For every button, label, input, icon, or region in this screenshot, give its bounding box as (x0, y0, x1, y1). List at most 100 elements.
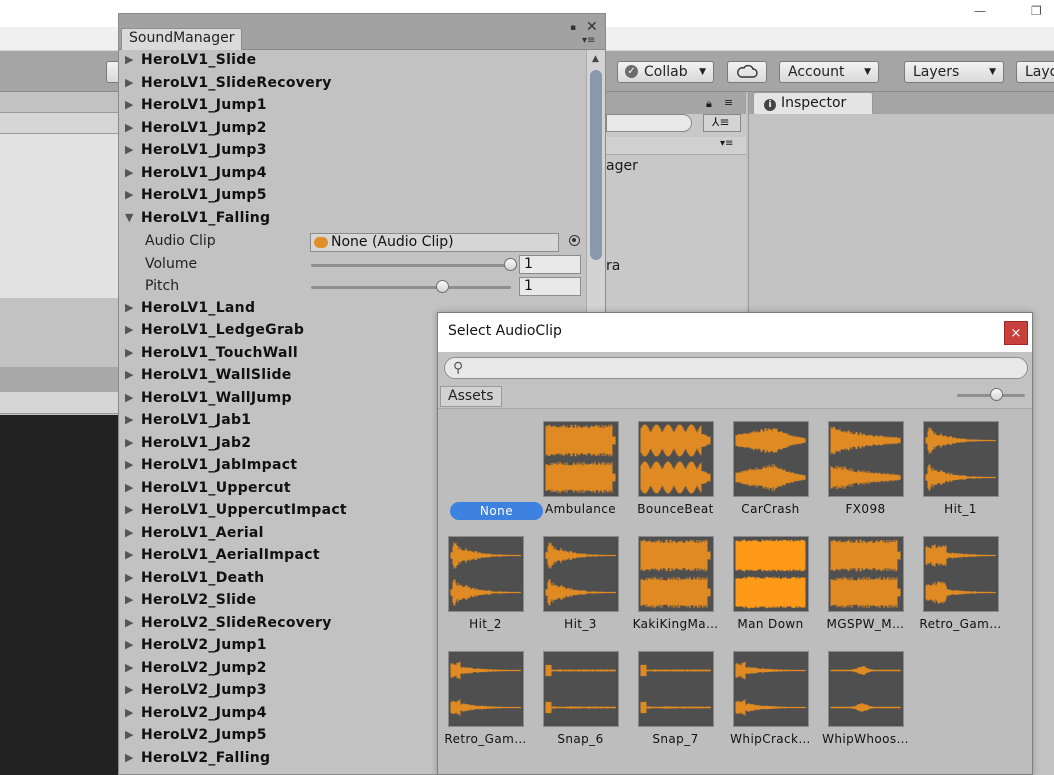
volume-slider-thumb[interactable] (504, 257, 517, 271)
object-picker-icon[interactable] (569, 235, 580, 246)
close-icon[interactable]: ✕ (586, 19, 598, 35)
close-button[interactable]: × (1004, 321, 1028, 345)
audio-clip-field[interactable]: None (Audio Clip) (310, 233, 559, 252)
asset-thumbnail (733, 536, 809, 612)
tab-inspector[interactable]: i Inspector (753, 92, 873, 114)
sound-item[interactable]: ▶ HeroLV1_Jump5 (119, 185, 585, 207)
account-dropdown[interactable]: Account ▼ (779, 61, 879, 83)
collab-button[interactable]: ✓ Collab ▼ (617, 61, 714, 83)
volume-slider[interactable] (311, 263, 511, 267)
layout-dropdown[interactable]: Layo (1016, 61, 1054, 83)
sound-item[interactable]: ▶ HeroLV1_Jump1 (119, 95, 585, 117)
sound-item[interactable]: ▶ HeroLV1_Jump3 (119, 140, 585, 162)
collapsed-arrow-icon[interactable]: ▶ (125, 436, 133, 449)
collapsed-arrow-icon[interactable]: ▶ (125, 706, 133, 719)
asset-item[interactable]: Ambulance (533, 409, 628, 519)
collapsed-arrow-icon[interactable]: ▶ (125, 751, 133, 764)
maximize-icon[interactable]: ▪ (570, 23, 576, 33)
collapsed-arrow-icon[interactable]: ▶ (125, 368, 133, 381)
search-input[interactable] (471, 360, 1011, 376)
volume-input[interactable]: 1 (519, 254, 581, 274)
sound-item-name: HeroLV2_Slide (141, 592, 257, 608)
collapsed-arrow-icon[interactable]: ▶ (125, 458, 133, 471)
collapsed-arrow-icon[interactable]: ▶ (125, 188, 133, 201)
asset-item[interactable]: FX098 (818, 409, 913, 519)
sound-item[interactable]: ▶ HeroLV1_SlideRecovery (119, 73, 585, 95)
scrollbar-thumb[interactable] (590, 70, 602, 260)
game-view[interactable] (0, 415, 118, 775)
lock-icon[interactable]: 🔒︎ (706, 97, 712, 111)
pitch-slider[interactable] (311, 286, 511, 289)
asset-thumbnail (638, 651, 714, 727)
asset-item[interactable]: Hit_3 (533, 524, 628, 634)
collapsed-arrow-icon[interactable]: ▶ (125, 661, 133, 674)
asset-item[interactable]: WhipCrack… (723, 639, 818, 749)
collapsed-arrow-icon[interactable]: ▶ (125, 616, 133, 629)
collapsed-arrow-icon[interactable]: ▶ (125, 571, 133, 584)
collapsed-arrow-icon[interactable]: ▶ (125, 53, 133, 66)
asset-item[interactable]: Retro_Gam… (913, 524, 1008, 634)
asset-item[interactable]: BounceBeat (628, 409, 723, 519)
collapsed-arrow-icon[interactable]: ▶ (125, 548, 133, 561)
cloud-button[interactable] (727, 61, 767, 83)
search-field[interactable]: ⚲ (444, 357, 1028, 379)
asset-thumbnail (638, 536, 714, 612)
asset-label: Snap_7 (652, 732, 699, 746)
filter-button[interactable]: ⅄≡ (703, 114, 741, 132)
pitch-input[interactable]: 1 (519, 277, 581, 296)
menu-icon[interactable]: ▾≡ (582, 35, 595, 46)
menu-icon[interactable]: ▾≡ (720, 138, 733, 149)
scroll-up-icon[interactable]: ▲ (592, 54, 599, 64)
collapsed-arrow-icon[interactable]: ▶ (125, 323, 133, 336)
collapsed-arrow-icon[interactable]: ▶ (125, 481, 133, 494)
collapsed-arrow-icon[interactable]: ▶ (125, 593, 133, 606)
collapsed-arrow-icon[interactable]: ▶ (125, 121, 133, 134)
menu-icon[interactable]: ≡ (724, 96, 733, 109)
inspector-panel: i Inspector (748, 92, 1054, 317)
sound-item[interactable]: ▶ HeroLV1_Jump4 (119, 163, 585, 185)
asset-item[interactable]: WhipWhoos… (818, 639, 913, 749)
asset-item[interactable]: Hit_2 (438, 524, 533, 634)
pitch-slider-thumb[interactable] (436, 280, 449, 293)
collapsed-arrow-icon[interactable]: ▶ (125, 166, 133, 179)
hierarchy-item[interactable]: ager (606, 158, 638, 174)
collapsed-arrow-icon[interactable]: ▶ (125, 98, 133, 111)
asset-none[interactable]: None (438, 409, 543, 520)
sound-item-name: HeroLV2_SlideRecovery (141, 614, 332, 631)
asset-label: WhipCrack… (730, 732, 811, 746)
restore-icon[interactable]: ❐ (1031, 4, 1042, 18)
sound-item[interactable]: ▼ HeroLV1_Falling (119, 208, 585, 230)
asset-item[interactable]: MGSPW_M… (818, 524, 913, 634)
collapsed-arrow-icon[interactable]: ▶ (125, 638, 133, 651)
collapsed-arrow-icon[interactable]: ▶ (125, 413, 133, 426)
collapsed-arrow-icon[interactable]: ▶ (125, 391, 133, 404)
asset-item[interactable]: CarCrash (723, 409, 818, 519)
tab-sound-manager[interactable]: SoundManager (121, 28, 243, 50)
minimize-icon[interactable]: — (974, 4, 986, 18)
collapsed-arrow-icon[interactable]: ▶ (125, 143, 133, 156)
asset-item[interactable]: Retro_Gam… (438, 639, 533, 749)
dialog-title: Select AudioClip (448, 323, 562, 339)
collapsed-arrow-icon[interactable]: ▶ (125, 683, 133, 696)
none-selected-badge[interactable]: None (450, 502, 543, 520)
asset-item[interactable]: KakiKingMa… (628, 524, 723, 634)
layers-dropdown[interactable]: Layers ▼ (904, 61, 1004, 83)
collapsed-arrow-icon[interactable]: ▶ (125, 728, 133, 741)
hierarchy-search[interactable] (606, 114, 692, 132)
collapsed-arrow-icon[interactable]: ▶ (125, 76, 133, 89)
asset-item[interactable]: Snap_6 (533, 639, 628, 749)
expanded-arrow-icon[interactable]: ▼ (125, 211, 133, 224)
collapsed-arrow-icon[interactable]: ▶ (125, 346, 133, 359)
hierarchy-header: 🔒︎ ≡ (606, 92, 746, 114)
sound-item[interactable]: ▶ HeroLV1_Jump2 (119, 118, 585, 140)
hierarchy-item[interactable]: ra (606, 258, 620, 274)
asset-item[interactable]: Man Down (723, 524, 818, 634)
collapsed-arrow-icon[interactable]: ▶ (125, 503, 133, 516)
thumbnail-size-thumb[interactable] (990, 388, 1003, 401)
collapsed-arrow-icon[interactable]: ▶ (125, 526, 133, 539)
collapsed-arrow-icon[interactable]: ▶ (125, 301, 133, 314)
sound-item[interactable]: ▶ HeroLV1_Slide (119, 50, 585, 72)
asset-item[interactable]: Hit_1 (913, 409, 1008, 519)
asset-item[interactable]: Snap_7 (628, 639, 723, 749)
tab-assets[interactable]: Assets (440, 386, 502, 407)
